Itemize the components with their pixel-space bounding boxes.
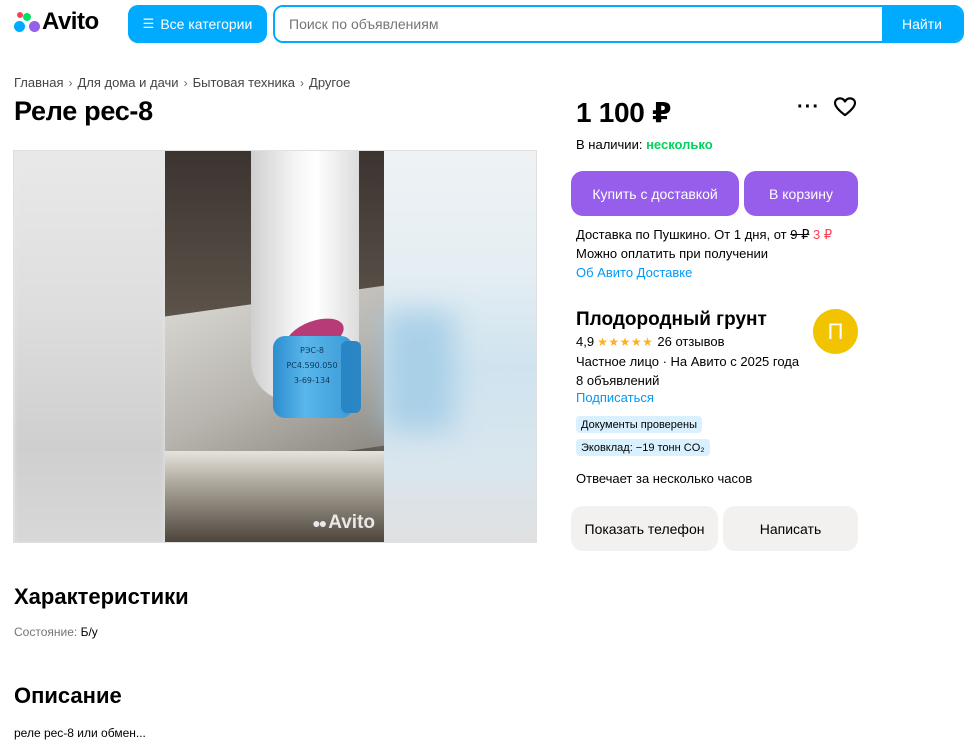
stock-status: В наличии: несколько (576, 137, 713, 152)
price: 1 100 ₽ (576, 97, 672, 128)
delivery-info: Доставка по Пушкино. От 1 дня, от 9 ₽ 3 … (576, 227, 833, 282)
photo-gallery[interactable]: РЭС-8 РС4.590.050 3-69-134 ●● Avito (13, 150, 537, 543)
logo-text: Avito (42, 8, 99, 35)
buy-with-delivery-button[interactable]: Купить с доставкой (571, 171, 739, 216)
condition-row: Состояние: Б/у (14, 625, 98, 639)
write-message-button[interactable]: Написать (723, 506, 858, 551)
breadcrumb-chevron-icon: › (300, 75, 305, 90)
avito-logo[interactable]: Avito (14, 8, 99, 36)
breadcrumb-item-other[interactable]: Другое (309, 75, 350, 90)
page-title: Реле рес-8 (14, 96, 153, 126)
search-button[interactable]: Найти (882, 7, 962, 41)
show-phone-button[interactable]: Показать телефон (571, 506, 718, 551)
all-categories-label: Все категории (160, 16, 253, 32)
description-text: реле рес-8 или обмен... (14, 726, 146, 740)
pay-on-receipt-text: Можно оплатить при получении (576, 246, 769, 261)
description-heading: Описание (14, 683, 122, 708)
response-time: Отвечает за несколько часов (576, 471, 753, 486)
seller-type: Частное лицо · На Авито с 2025 года (576, 354, 800, 369)
search-bar: Найти (273, 5, 964, 43)
header: Avito ☰ Все категории Найти (0, 0, 968, 48)
delivery-new-price: 3 ₽ (813, 227, 833, 242)
watermark-dots-icon: ●● (312, 515, 327, 531)
subscribe-link[interactable]: Подписаться (576, 390, 654, 405)
seller-avatar[interactable]: П (813, 309, 858, 354)
reviews-link[interactable]: 26 отзывов (657, 334, 724, 349)
avito-delivery-link[interactable]: Об Авито Доставке (576, 263, 832, 282)
gallery-blur-left (14, 151, 165, 542)
relay-label-text: РЭС-8 РС4.590.050 3-69-134 (286, 346, 338, 385)
gallery-blur-right (384, 151, 536, 542)
seller-listings-count: 8 объявлений (576, 373, 660, 388)
search-input[interactable] (275, 7, 885, 41)
seller-info: Частное лицо · На Авито с 2025 года 8 об… (576, 352, 799, 390)
docs-verified-badge: Документы проверены (576, 416, 703, 433)
favorite-heart-icon[interactable] (834, 97, 856, 117)
eco-contribution-badge[interactable]: Эковклад: −19 тонн CO₂ (576, 439, 710, 456)
rating-value: 4,9 (576, 334, 595, 349)
avito-watermark: ●● Avito (312, 512, 375, 533)
breadcrumb-chevron-icon: › (68, 75, 73, 90)
breadcrumb-chevron-icon: › (183, 75, 188, 90)
all-categories-button[interactable]: ☰ Все категории (128, 5, 267, 43)
seller-rating: 4,9 ★★★★★ 26 отзывов (576, 334, 725, 349)
rating-stars-icon: ★★★★★ (597, 334, 654, 349)
breadcrumb-item-appliances[interactable]: Бытовая техника (193, 75, 295, 90)
seller-name[interactable]: Плодородный грунт (576, 309, 767, 331)
logo-dots-icon (14, 11, 40, 33)
add-to-cart-button[interactable]: В корзину (744, 171, 858, 216)
listing-photo[interactable]: РЭС-8 РС4.590.050 3-69-134 ●● Avito (165, 151, 385, 542)
breadcrumb-item-home[interactable]: Главная (14, 75, 63, 90)
stock-value: несколько (646, 137, 713, 152)
delivery-old-price: 9 ₽ (790, 227, 810, 242)
categories-search-icon: ☰ (142, 16, 155, 31)
breadcrumb-item-home-garden[interactable]: Для дома и дачи (77, 75, 178, 90)
condition-value: Б/у (80, 625, 98, 639)
more-options-icon[interactable]: ··· (797, 96, 820, 119)
breadcrumb: Главная › Для дома и дачи › Бытовая техн… (14, 75, 350, 90)
characteristics-heading: Характеристики (14, 584, 189, 609)
